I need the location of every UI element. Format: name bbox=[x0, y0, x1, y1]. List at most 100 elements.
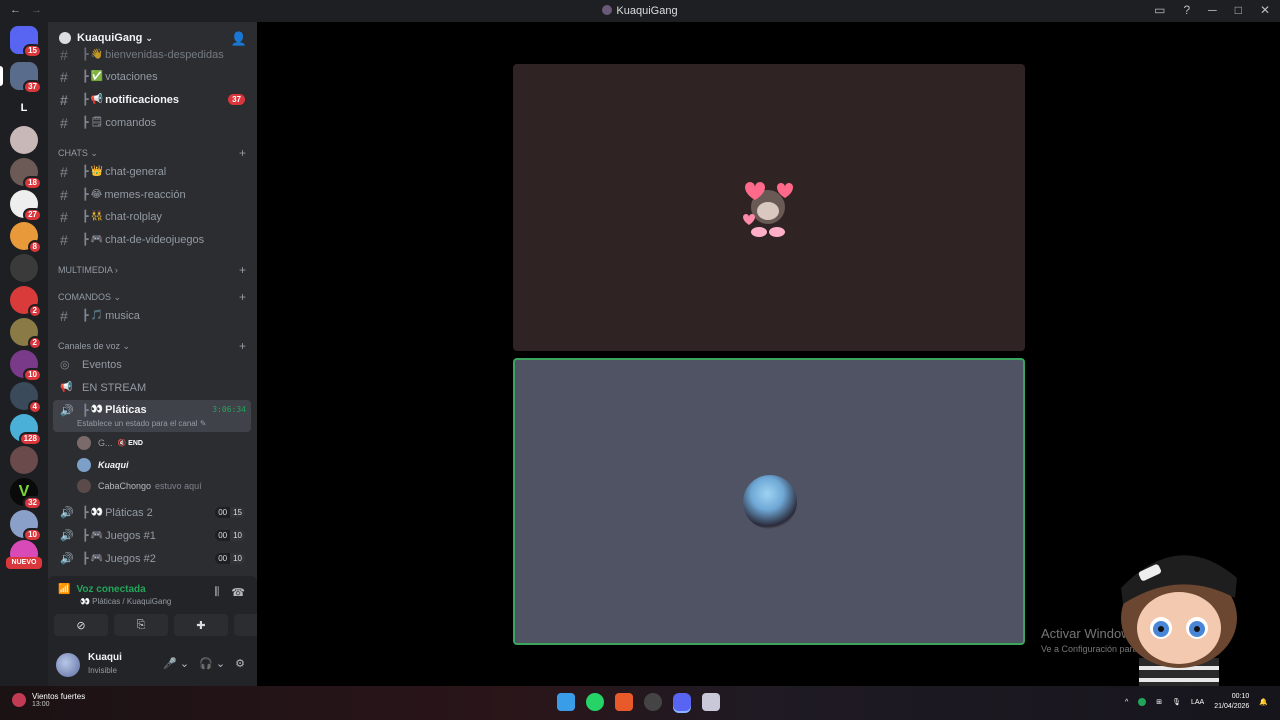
server-icon[interactable] bbox=[10, 446, 38, 474]
channel-bienvenidas[interactable]: # ┣ 👋 bienvenidas-despedidas bbox=[53, 44, 251, 65]
gamepad-emoji: 🎮 bbox=[90, 553, 104, 564]
close-button[interactable]: ✕ bbox=[1260, 3, 1270, 17]
discord-icon[interactable] bbox=[673, 693, 691, 711]
channel-votaciones[interactable]: # ┣ ✅ votaciones bbox=[53, 66, 251, 87]
voice-user[interactable]: CabaChongo estuvo aquí bbox=[77, 479, 202, 493]
unread-badge: 8 bbox=[27, 240, 42, 254]
server-icon[interactable]: 10 bbox=[10, 510, 42, 542]
channel-chat-general[interactable]: # ┣ 👑 chat-general bbox=[53, 161, 251, 182]
dm-home-button[interactable]: 15 bbox=[10, 26, 42, 58]
channel-memes[interactable]: # ┣ 😂 memes-reacción bbox=[53, 184, 251, 205]
weather-widget[interactable]: Vientos fuertes 13:00 bbox=[12, 692, 85, 708]
user-max: 15 bbox=[230, 507, 245, 518]
server-icon[interactable]: 27 bbox=[10, 190, 42, 222]
avatar[interactable] bbox=[56, 653, 80, 677]
microphone-icon[interactable]: 🎙 bbox=[1172, 698, 1181, 706]
voice-channel-platicas-2[interactable]: 🔊 ┣ 👀 Pláticas 2 00 15 bbox=[53, 502, 251, 523]
participant-tile[interactable] bbox=[513, 64, 1025, 351]
tray-icon[interactable]: ⊞ bbox=[1156, 698, 1162, 706]
server-icon[interactable]: 2 bbox=[10, 318, 42, 350]
dancers-emoji: 👯 bbox=[90, 211, 104, 222]
voice-user-self[interactable]: Kuaqui bbox=[77, 458, 129, 472]
channel-status-prompt[interactable]: Establece un estado para el canal ✎ bbox=[77, 419, 206, 428]
user-status: Invisible bbox=[88, 666, 117, 675]
server-icon[interactable]: 2 bbox=[10, 286, 42, 318]
inbox-icon[interactable]: ▭ bbox=[1154, 3, 1165, 17]
add-channel-icon[interactable]: + bbox=[239, 263, 246, 277]
notepad-emoji: 🗒 bbox=[90, 117, 104, 128]
weather-icon bbox=[12, 693, 26, 707]
disconnect-icon[interactable]: ☎ bbox=[231, 586, 245, 599]
channel-label: memes-reacción bbox=[104, 188, 186, 201]
screen-share-button[interactable]: ⎘ bbox=[114, 614, 168, 636]
add-channel-icon[interactable]: + bbox=[239, 146, 246, 160]
channel-en-stream[interactable]: 📢 EN STREAM bbox=[53, 377, 251, 398]
channel-eventos[interactable]: ◎ Eventos bbox=[53, 354, 251, 375]
language-indicator[interactable]: LAA bbox=[1191, 699, 1204, 706]
voice-location[interactable]: 👀 Pláticas / KuaquiGang bbox=[80, 597, 171, 606]
camera-off-button[interactable]: ⊘ bbox=[54, 614, 108, 636]
clock[interactable]: 00:10 21/04/2026 bbox=[1214, 692, 1249, 712]
start-icon[interactable] bbox=[557, 693, 575, 711]
channel-videojuegos[interactable]: # ┣ 🎮 chat-de-videojuegos bbox=[53, 229, 251, 250]
add-channel-icon[interactable]: + bbox=[239, 290, 246, 304]
channel-label: Eventos bbox=[82, 358, 122, 371]
channel-notificaciones[interactable]: # ┣ 📢 notificaciones 37 bbox=[53, 89, 251, 110]
channel-label: notificaciones bbox=[105, 93, 180, 106]
brave-icon[interactable] bbox=[615, 693, 633, 711]
server-icon-kuaquigang[interactable]: 37 bbox=[0, 62, 42, 94]
category-label: MULTIMEDIA › bbox=[58, 265, 118, 275]
hash-icon: # bbox=[60, 91, 68, 108]
channel-label: votaciones bbox=[105, 70, 158, 83]
server-icon[interactable]: 18 bbox=[10, 158, 42, 190]
server-icon bbox=[602, 5, 613, 15]
microphone-icon[interactable]: 🎤 ⌄ bbox=[163, 657, 189, 670]
server-icon[interactable]: 10 bbox=[10, 350, 42, 382]
unread-badge: 32 bbox=[23, 496, 42, 510]
voice-channel-juegos-1[interactable]: 🔊 ┣ 🎮 Juegos #1 00 10 bbox=[53, 525, 251, 546]
activities-button[interactable]: ✚ bbox=[174, 614, 228, 636]
server-icon-l[interactable]: L bbox=[10, 94, 38, 122]
channel-label: musica bbox=[105, 309, 140, 322]
server-icon[interactable] bbox=[10, 254, 38, 282]
maximize-button[interactable]: □ bbox=[1235, 3, 1242, 17]
channel-label: chat-rolplay bbox=[105, 210, 162, 223]
hash-icon: # bbox=[60, 186, 68, 203]
category-label: COMANDOS ⌄ bbox=[58, 292, 122, 302]
unread-badge: 4 bbox=[27, 400, 42, 414]
settings-gear-icon[interactable]: ⚙ bbox=[235, 657, 245, 670]
server-icon[interactable]: 4 bbox=[10, 382, 42, 414]
server-icon[interactable]: 8 bbox=[10, 222, 42, 254]
tray-chevron-icon[interactable]: ^ bbox=[1125, 699, 1128, 706]
category-voz[interactable]: Canales de voz ⌄ + bbox=[58, 339, 250, 353]
category-chats[interactable]: CHATS ⌄ + bbox=[58, 146, 250, 160]
channel-label: Pláticas bbox=[105, 404, 147, 416]
hash-icon: # bbox=[60, 46, 68, 63]
channel-comandos[interactable]: # ┣ 🗒 comandos bbox=[53, 112, 251, 133]
user-controls: 🎤 ⌄ 🎧 ⌄ ⚙ bbox=[163, 657, 245, 670]
participant-tile-speaking[interactable] bbox=[513, 358, 1025, 645]
channel-musica[interactable]: # ┣ 🎵 musica bbox=[53, 305, 251, 326]
app-icon[interactable] bbox=[702, 693, 720, 711]
server-icon[interactable] bbox=[10, 126, 38, 154]
server-icon[interactable]: 128 bbox=[10, 414, 42, 446]
notification-bell-icon[interactable]: 🔔 bbox=[1259, 698, 1268, 706]
minimize-button[interactable]: ─ bbox=[1208, 3, 1217, 17]
channel-rolplay[interactable]: # ┣ 👯 chat-rolplay bbox=[53, 206, 251, 227]
server-icon[interactable]: V 32 bbox=[10, 478, 42, 510]
headphones-icon[interactable]: 🎧 ⌄ bbox=[199, 657, 225, 670]
category-multimedia[interactable]: MULTIMEDIA › + bbox=[58, 263, 250, 277]
speaker-icon: 🔊 bbox=[60, 405, 74, 417]
add-channel-icon[interactable]: + bbox=[239, 339, 246, 353]
tree-icon: ┣ bbox=[82, 405, 89, 417]
noise-suppression-icon[interactable]: ⫼ bbox=[214, 586, 219, 599]
unread-badge: 2 bbox=[27, 336, 42, 350]
whatsapp-icon[interactable] bbox=[586, 693, 604, 711]
voice-user[interactable]: G... 🔇 END bbox=[77, 436, 143, 450]
tree-icon: ┣ bbox=[82, 166, 89, 178]
voice-channel-juegos-2[interactable]: 🔊 ┣ 🎮 Juegos #2 00 10 bbox=[53, 548, 251, 569]
help-icon[interactable]: ? bbox=[1183, 3, 1190, 17]
category-comandos[interactable]: COMANDOS ⌄ + bbox=[58, 290, 250, 304]
app-icon[interactable] bbox=[644, 693, 662, 711]
tree-icon: ┣ bbox=[82, 189, 89, 201]
